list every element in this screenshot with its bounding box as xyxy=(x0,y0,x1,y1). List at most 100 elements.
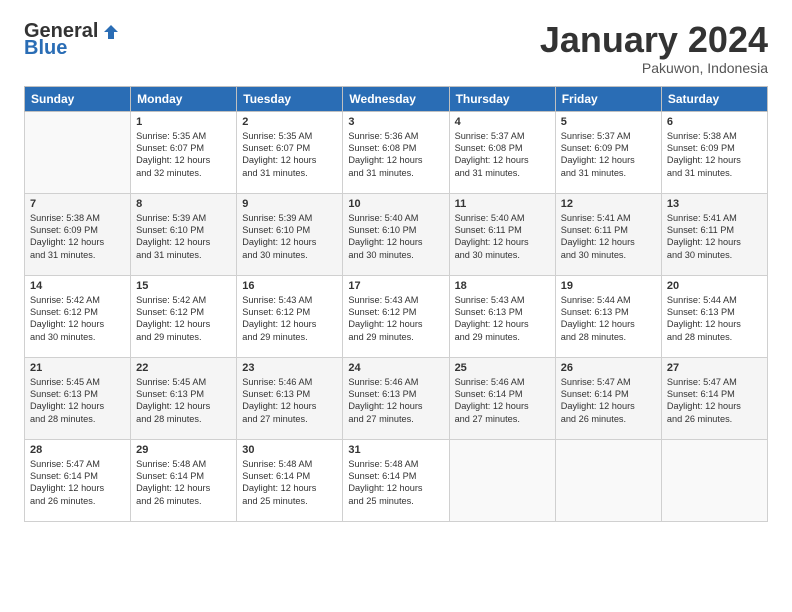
month-title: January 2024 xyxy=(540,20,768,60)
calendar-cell: 3Sunrise: 5:36 AM Sunset: 6:08 PM Daylig… xyxy=(343,111,449,193)
day-number: 22 xyxy=(136,362,231,374)
weekday-header-row: SundayMondayTuesdayWednesdayThursdayFrid… xyxy=(25,86,768,111)
cell-info: Sunrise: 5:43 AM Sunset: 6:12 PM Dayligh… xyxy=(242,294,337,344)
cell-info: Sunrise: 5:46 AM Sunset: 6:14 PM Dayligh… xyxy=(455,376,550,426)
day-number: 18 xyxy=(455,280,550,292)
logo-blue-text: Blue xyxy=(24,37,67,60)
calendar: SundayMondayTuesdayWednesdayThursdayFrid… xyxy=(24,86,768,522)
day-number: 25 xyxy=(455,362,550,374)
day-number: 9 xyxy=(242,198,337,210)
calendar-cell: 4Sunrise: 5:37 AM Sunset: 6:08 PM Daylig… xyxy=(449,111,555,193)
calendar-cell: 14 Sunrise: 5:42 AM Sunset: 6:12 PM Dayli… xyxy=(25,275,131,357)
week-row-3: 21 Sunrise: 5:45 AM Sunset: 6:13 PM Dayli… xyxy=(25,357,768,439)
calendar-cell: 26Sunrise: 5:47 AM Sunset: 6:14 PM Dayli… xyxy=(555,357,661,439)
calendar-cell xyxy=(661,439,767,521)
cell-info: Sunrise: 5:47 AM Sunset: 6:14 PM Dayligh… xyxy=(667,376,762,426)
calendar-cell: 12 Sunrise: 5:41 AM Sunset: 6:11 PM Dayli… xyxy=(555,193,661,275)
cell-info: Sunrise: 5:46 AM Sunset: 6:13 PM Dayligh… xyxy=(242,376,337,426)
calendar-cell: 7 Sunrise: 5:38 AM Sunset: 6:09 PM Daylig… xyxy=(25,193,131,275)
weekday-header-monday: Monday xyxy=(131,86,237,111)
calendar-cell xyxy=(25,111,131,193)
day-number: 19 xyxy=(561,280,656,292)
header: General Blue January 2024 Pakuwon, Indon… xyxy=(24,20,768,76)
day-number: 26 xyxy=(561,362,656,374)
cell-info: Sunrise: 5:35 AM Sunset: 6:07 PM Dayligh… xyxy=(136,130,231,180)
cell-info: Sunrise: 5:42 AM Sunset: 6:12 PM Dayligh… xyxy=(136,294,231,344)
calendar-cell: 10Sunrise: 5:40 AM Sunset: 6:10 PM Dayli… xyxy=(343,193,449,275)
cell-info: Sunrise: 5:42 AM Sunset: 6:12 PM Dayligh… xyxy=(30,294,125,344)
subtitle: Pakuwon, Indonesia xyxy=(540,60,768,76)
cell-info: Sunrise: 5:48 AM Sunset: 6:14 PM Dayligh… xyxy=(136,458,231,508)
day-number: 20 xyxy=(667,280,762,292)
weekday-header-friday: Friday xyxy=(555,86,661,111)
weekday-header-sunday: Sunday xyxy=(25,86,131,111)
cell-info: Sunrise: 5:45 AM Sunset: 6:13 PM Dayligh… xyxy=(136,376,231,426)
day-number: 4 xyxy=(455,116,550,128)
week-row-4: 28 Sunrise: 5:47 AM Sunset: 6:14 PM Dayli… xyxy=(25,439,768,521)
calendar-cell: 8Sunrise: 5:39 AM Sunset: 6:10 PM Daylig… xyxy=(131,193,237,275)
day-number: 5 xyxy=(561,116,656,128)
calendar-cell: 30Sunrise: 5:48 AM Sunset: 6:14 PM Dayli… xyxy=(237,439,343,521)
day-number: 12 xyxy=(561,198,656,210)
day-number: 21 xyxy=(30,362,125,374)
weekday-header-thursday: Thursday xyxy=(449,86,555,111)
calendar-cell: 5 Sunrise: 5:37 AM Sunset: 6:09 PM Daylig… xyxy=(555,111,661,193)
day-number: 2 xyxy=(242,116,337,128)
day-number: 16 xyxy=(242,280,337,292)
calendar-cell: 17Sunrise: 5:43 AM Sunset: 6:12 PM Dayli… xyxy=(343,275,449,357)
calendar-cell: 2 Sunrise: 5:35 AM Sunset: 6:07 PM Daylig… xyxy=(237,111,343,193)
weekday-header-wednesday: Wednesday xyxy=(343,86,449,111)
calendar-cell: 28 Sunrise: 5:47 AM Sunset: 6:14 PM Dayli… xyxy=(25,439,131,521)
day-number: 23 xyxy=(242,362,337,374)
calendar-cell: 31 Sunrise: 5:48 AM Sunset: 6:14 PM Dayli… xyxy=(343,439,449,521)
calendar-cell: 25 Sunrise: 5:46 AM Sunset: 6:14 PM Dayli… xyxy=(449,357,555,439)
cell-info: Sunrise: 5:38 AM Sunset: 6:09 PM Dayligh… xyxy=(30,212,125,262)
cell-info: Sunrise: 5:47 AM Sunset: 6:14 PM Dayligh… xyxy=(30,458,125,508)
cell-info: Sunrise: 5:45 AM Sunset: 6:13 PM Dayligh… xyxy=(30,376,125,426)
page: General Blue January 2024 Pakuwon, Indon… xyxy=(0,0,792,612)
weekday-header-tuesday: Tuesday xyxy=(237,86,343,111)
day-number: 31 xyxy=(348,444,443,456)
calendar-cell xyxy=(449,439,555,521)
cell-info: Sunrise: 5:40 AM Sunset: 6:11 PM Dayligh… xyxy=(455,212,550,262)
calendar-cell xyxy=(555,439,661,521)
calendar-cell: 15Sunrise: 5:42 AM Sunset: 6:12 PM Dayli… xyxy=(131,275,237,357)
calendar-cell: 11Sunrise: 5:40 AM Sunset: 6:11 PM Dayli… xyxy=(449,193,555,275)
cell-info: Sunrise: 5:46 AM Sunset: 6:13 PM Dayligh… xyxy=(348,376,443,426)
calendar-cell: 24Sunrise: 5:46 AM Sunset: 6:13 PM Dayli… xyxy=(343,357,449,439)
calendar-cell: 18 Sunrise: 5:43 AM Sunset: 6:13 PM Dayli… xyxy=(449,275,555,357)
cell-info: Sunrise: 5:41 AM Sunset: 6:11 PM Dayligh… xyxy=(561,212,656,262)
calendar-cell: 19 Sunrise: 5:44 AM Sunset: 6:13 PM Dayli… xyxy=(555,275,661,357)
calendar-cell: 27Sunrise: 5:47 AM Sunset: 6:14 PM Dayli… xyxy=(661,357,767,439)
week-row-2: 14 Sunrise: 5:42 AM Sunset: 6:12 PM Dayli… xyxy=(25,275,768,357)
calendar-cell: 13 Sunrise: 5:41 AM Sunset: 6:11 PM Dayli… xyxy=(661,193,767,275)
day-number: 28 xyxy=(30,444,125,456)
day-number: 14 xyxy=(30,280,125,292)
day-number: 7 xyxy=(30,198,125,210)
cell-info: Sunrise: 5:48 AM Sunset: 6:14 PM Dayligh… xyxy=(348,458,443,508)
calendar-cell: 23 Sunrise: 5:46 AM Sunset: 6:13 PM Dayli… xyxy=(237,357,343,439)
cell-info: Sunrise: 5:37 AM Sunset: 6:09 PM Dayligh… xyxy=(561,130,656,180)
day-number: 6 xyxy=(667,116,762,128)
cell-info: Sunrise: 5:35 AM Sunset: 6:07 PM Dayligh… xyxy=(242,130,337,180)
calendar-cell: 1 Sunrise: 5:35 AM Sunset: 6:07 PM Daylig… xyxy=(131,111,237,193)
cell-info: Sunrise: 5:36 AM Sunset: 6:08 PM Dayligh… xyxy=(348,130,443,180)
week-row-1: 7 Sunrise: 5:38 AM Sunset: 6:09 PM Daylig… xyxy=(25,193,768,275)
week-row-0: 1 Sunrise: 5:35 AM Sunset: 6:07 PM Daylig… xyxy=(25,111,768,193)
day-number: 8 xyxy=(136,198,231,210)
cell-info: Sunrise: 5:43 AM Sunset: 6:13 PM Dayligh… xyxy=(455,294,550,344)
cell-info: Sunrise: 5:41 AM Sunset: 6:11 PM Dayligh… xyxy=(667,212,762,262)
calendar-cell: 6 Sunrise: 5:38 AM Sunset: 6:09 PM Daylig… xyxy=(661,111,767,193)
cell-info: Sunrise: 5:44 AM Sunset: 6:13 PM Dayligh… xyxy=(561,294,656,344)
day-number: 30 xyxy=(242,444,337,456)
cell-info: Sunrise: 5:38 AM Sunset: 6:09 PM Dayligh… xyxy=(667,130,762,180)
logo-icon xyxy=(102,23,120,41)
day-number: 1 xyxy=(136,116,231,128)
calendar-cell: 16 Sunrise: 5:43 AM Sunset: 6:12 PM Dayli… xyxy=(237,275,343,357)
day-number: 13 xyxy=(667,198,762,210)
cell-info: Sunrise: 5:40 AM Sunset: 6:10 PM Dayligh… xyxy=(348,212,443,262)
day-number: 17 xyxy=(348,280,443,292)
weekday-header-saturday: Saturday xyxy=(661,86,767,111)
calendar-cell: 9Sunrise: 5:39 AM Sunset: 6:10 PM Daylig… xyxy=(237,193,343,275)
calendar-cell: 21 Sunrise: 5:45 AM Sunset: 6:13 PM Dayli… xyxy=(25,357,131,439)
